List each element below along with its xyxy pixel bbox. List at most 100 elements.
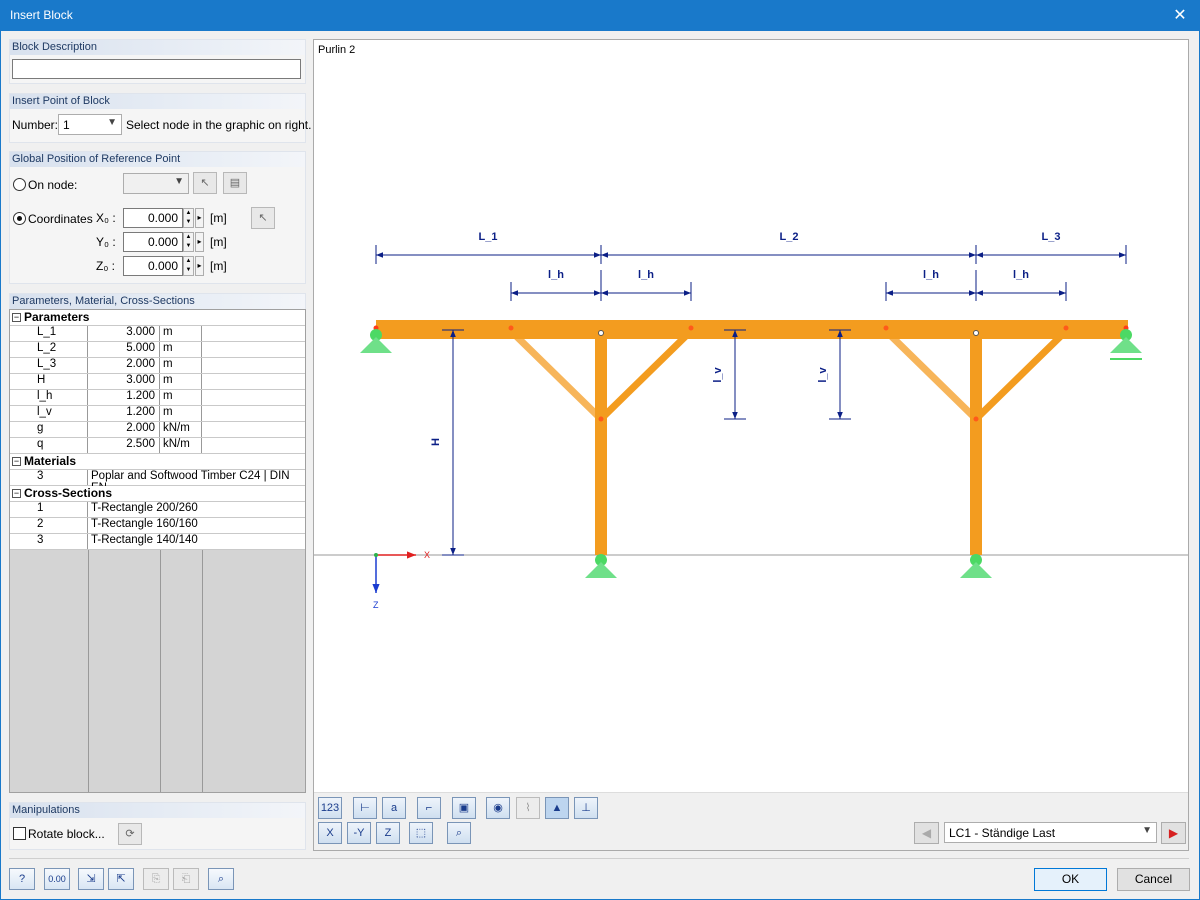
global-position-header: Global Position of Reference Point: [10, 152, 305, 167]
preview-icon[interactable]: ⌕: [208, 868, 234, 890]
help-icon[interactable]: ?: [9, 868, 35, 890]
local-axes-icon[interactable]: ⌐: [417, 797, 441, 819]
purlin-member[interactable]: [376, 320, 1128, 339]
view-y-icon[interactable]: -Y: [347, 822, 371, 844]
y0-input[interactable]: 0.000: [123, 232, 183, 252]
table-row[interactable]: l_v 1.200 m: [10, 406, 305, 422]
y0-spinner[interactable]: ▲ ▼: [183, 232, 194, 252]
loads-icon[interactable]: ⊥: [574, 797, 598, 819]
manipulations-header: Manipulations: [10, 803, 305, 818]
view-z-icon[interactable]: Z: [376, 822, 400, 844]
pick-node-icon[interactable]: ↖: [193, 172, 217, 194]
on-node-radio[interactable]: [13, 178, 26, 191]
table-row[interactable]: q 2.500 kN/m: [10, 438, 305, 454]
block-description-input[interactable]: [12, 59, 301, 79]
collapse-icon[interactable]: −: [12, 489, 21, 498]
import-icon[interactable]: ⇲: [78, 868, 104, 890]
section-name[interactable]: T-Rectangle 200/260: [88, 502, 305, 517]
table-row[interactable]: 3 T-Rectangle 140/140: [10, 534, 305, 550]
table-row[interactable]: 3Poplar and Softwood Timber C24 | DIN EN: [10, 470, 305, 494]
section-name[interactable]: T-Rectangle 160/160: [88, 518, 305, 533]
table-row[interactable]: H 3.000 m: [10, 374, 305, 390]
y0-unit: [m]: [210, 235, 227, 249]
supports[interactable]: [360, 329, 1142, 578]
view-x-icon[interactable]: X: [318, 822, 342, 844]
x0-spinner[interactable]: ▲ ▼: [183, 208, 194, 228]
units-icon[interactable]: 0.00: [44, 868, 70, 890]
table-row[interactable]: L_1 3.000 m: [10, 326, 305, 342]
load-case-select[interactable]: LC1 - Ständige Last ▼: [944, 822, 1157, 843]
collapse-icon[interactable]: −: [12, 313, 21, 322]
param-value[interactable]: 1.200: [88, 406, 160, 421]
ok-button[interactable]: OK: [1034, 868, 1107, 891]
param-value[interactable]: 3.000: [88, 326, 160, 341]
z0-input[interactable]: 0.000: [123, 256, 183, 276]
x0-label: X₀ :: [96, 211, 116, 225]
param-value[interactable]: 5.000: [88, 342, 160, 357]
chevron-down-icon: ▼: [1142, 825, 1152, 836]
members-icon[interactable]: ⊢: [353, 797, 377, 819]
supports-off-icon[interactable]: ⌇: [516, 797, 540, 819]
x0-input[interactable]: 0.000: [123, 208, 183, 228]
dimension-lh-group: l_h l_h l_h l_h: [510, 269, 1067, 301]
title-bar: Insert Block ✕: [0, 0, 1200, 31]
z0-spinner[interactable]: ▲ ▼: [183, 256, 194, 276]
param-value[interactable]: 2.000: [88, 358, 160, 373]
param-value[interactable]: 1.200: [88, 390, 160, 405]
dim-label-lh: l_h: [638, 269, 654, 281]
cross-sections-section[interactable]: − Cross-Sections: [10, 486, 305, 502]
coordinates-radio[interactable]: [13, 212, 26, 225]
number-value: 1: [63, 118, 70, 132]
pick-point-icon[interactable]: ↖: [251, 207, 275, 229]
table-row[interactable]: g 2.000 kN/m: [10, 422, 305, 438]
chevron-down-icon: ▼: [174, 176, 184, 187]
y0-arrow[interactable]: ▸: [195, 232, 204, 252]
dim-label-L2: L_2: [780, 231, 799, 243]
number-select[interactable]: 1 ▼: [58, 114, 122, 135]
materials-section[interactable]: − Materials: [10, 454, 305, 470]
zoom-select-icon[interactable]: ⌕: [447, 822, 471, 844]
x0-arrow[interactable]: ▸: [195, 208, 204, 228]
graphic-panel[interactable]: Purlin 2 L_1 L_2 L_3 l_h l_h l_h l_h l_v…: [313, 39, 1189, 851]
param-value[interactable]: 2.500: [88, 438, 160, 453]
rotate-settings-icon[interactable]: ⟳: [118, 823, 142, 845]
param-name: l_v: [10, 406, 88, 421]
table-row[interactable]: L_2 5.000 m: [10, 342, 305, 358]
export-icon[interactable]: ⇱: [108, 868, 134, 890]
supports-icon[interactable]: ▲: [545, 797, 569, 819]
column-divider: [88, 550, 89, 792]
previous-load-case-icon[interactable]: ◀: [914, 822, 939, 844]
view-icon[interactable]: ◉: [486, 797, 510, 819]
table-row[interactable]: l_h 1.200 m: [10, 390, 305, 406]
iso-view-icon[interactable]: ⬚: [409, 822, 433, 844]
brace-members[interactable]: [508, 328, 1069, 422]
parameters-section[interactable]: − Parameters: [10, 310, 305, 326]
insert-point-group: Insert Point of Block Number: 1 ▼ Select…: [9, 93, 311, 143]
column-divider: [160, 550, 161, 792]
close-icon[interactable]: ✕: [1160, 0, 1200, 31]
materials-section-label: Materials: [24, 454, 77, 468]
param-value[interactable]: 3.000: [88, 374, 160, 389]
param-value[interactable]: 2.000: [88, 422, 160, 437]
z0-arrow[interactable]: ▸: [195, 256, 204, 276]
params-table: − Parameters L_1 3.000 m L_2 5.000 m L_3 2.00…: [9, 309, 306, 793]
section-name[interactable]: T-Rectangle 140/140: [88, 534, 305, 549]
chevron-down-icon: ▼: [107, 117, 117, 128]
node-list-icon[interactable]: ▤: [223, 172, 247, 194]
render-icon[interactable]: ▣: [452, 797, 476, 819]
structure-graphic[interactable]: L_1 L_2 L_3 l_h l_h l_h l_h l_v l_v H X …: [314, 40, 1188, 792]
table-row[interactable]: L_3 2.000 m: [10, 358, 305, 374]
table-row[interactable]: 1 T-Rectangle 200/260: [10, 502, 305, 518]
material-name[interactable]: Poplar and Softwood Timber C24 | DIN EN: [88, 470, 305, 494]
cancel-button[interactable]: Cancel: [1117, 868, 1190, 891]
sections-icon[interactable]: a: [382, 797, 406, 819]
next-load-case-icon[interactable]: ▶: [1161, 822, 1186, 844]
paste-icon[interactable]: ⎗: [173, 868, 199, 890]
rotate-block-checkbox[interactable]: [13, 827, 26, 840]
numbering-icon[interactable]: 123: [318, 797, 342, 819]
node-select[interactable]: ▼: [123, 173, 189, 194]
coordinates-label: Coordinates: [28, 212, 93, 226]
table-row[interactable]: 2 T-Rectangle 160/160: [10, 518, 305, 534]
copy-icon[interactable]: ⎘: [143, 868, 169, 890]
collapse-icon[interactable]: −: [12, 457, 21, 466]
